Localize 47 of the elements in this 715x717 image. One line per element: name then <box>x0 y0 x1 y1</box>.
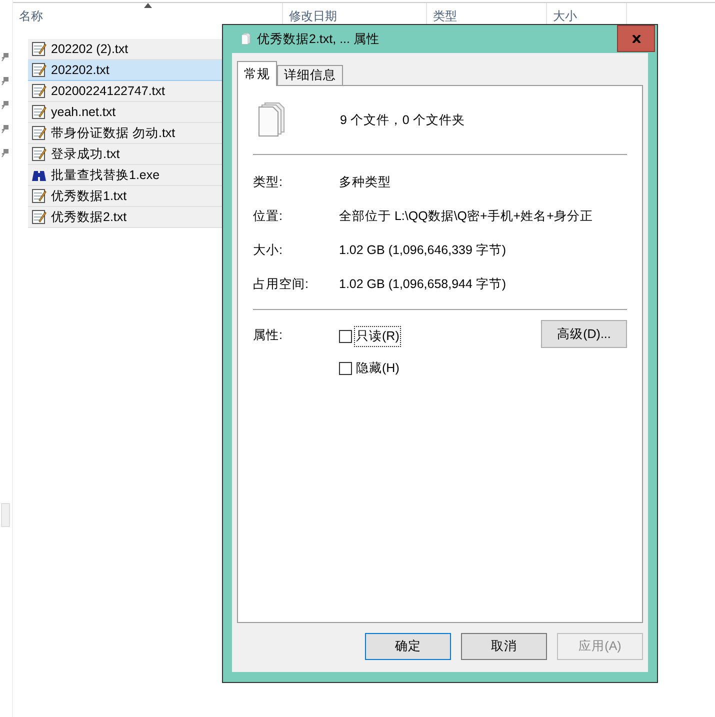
documents-icon <box>257 102 287 138</box>
field-value: 多种类型 <box>339 174 391 191</box>
notepad-file-icon <box>31 83 47 99</box>
field-label: 占用空间: <box>253 276 310 293</box>
file-name: 优秀数据1.txt <box>51 188 127 205</box>
file-name: yeah.net.txt <box>51 104 116 121</box>
pin-icon[interactable] <box>1 125 9 134</box>
checkbox-label[interactable]: 只读(R) <box>354 326 402 347</box>
dialog-button[interactable]: 取消 <box>461 633 547 660</box>
field-value: 1.02 GB (1,096,646,339 字节) <box>339 242 506 259</box>
notepad-file-icon <box>31 146 47 162</box>
pin-icon[interactable] <box>1 77 9 86</box>
advanced-button[interactable]: 高级(D)... <box>541 320 627 348</box>
file-name: 优秀数据2.txt <box>51 208 127 226</box>
close-icon <box>632 34 640 42</box>
checkbox[interactable] <box>339 330 352 343</box>
field-label: 大小: <box>253 242 284 259</box>
notepad-file-icon <box>31 62 47 78</box>
file-name: 登录成功.txt <box>51 146 120 163</box>
tab[interactable]: 详细信息 <box>277 65 343 85</box>
notepad-file-icon <box>31 209 47 225</box>
file-name: 202202.txt <box>51 62 110 79</box>
file-count: 9 个文件，0 个文件夹 <box>340 112 465 129</box>
field-label: 属性: <box>253 327 284 344</box>
field-value: 1.02 GB (1,096,658,944 字节) <box>339 276 506 293</box>
pin-icon[interactable] <box>1 53 9 62</box>
file-name: 202202 (2).txt <box>51 40 128 58</box>
file-name: 批量查找替换1.exe <box>51 166 160 184</box>
tab[interactable]: 常规 <box>237 61 277 86</box>
notepad-file-icon <box>31 41 47 57</box>
dialog-button[interactable]: 确定 <box>365 633 451 660</box>
close-button[interactable] <box>617 25 655 52</box>
panel-edge <box>1 503 10 527</box>
field-value: 全部位于 L:\QQ数据\Q密+手机+姓名+身分正 <box>339 208 593 225</box>
field-label: 类型: <box>253 174 284 191</box>
notepad-file-icon <box>31 188 47 204</box>
sort-arrow-icon <box>144 3 152 8</box>
pin-icon[interactable] <box>1 101 9 110</box>
file-name: 带身份证数据 勿动.txt <box>51 124 176 142</box>
file-name: 20200224122747.txt <box>51 82 165 100</box>
pin-icon[interactable] <box>1 149 9 158</box>
notepad-file-icon <box>31 104 47 120</box>
notepad-file-icon <box>31 125 47 141</box>
field-label: 位置: <box>253 208 284 225</box>
documents-icon <box>241 31 251 47</box>
checkbox-label[interactable]: 隐藏(H) <box>354 358 402 378</box>
checkbox[interactable] <box>339 362 352 375</box>
